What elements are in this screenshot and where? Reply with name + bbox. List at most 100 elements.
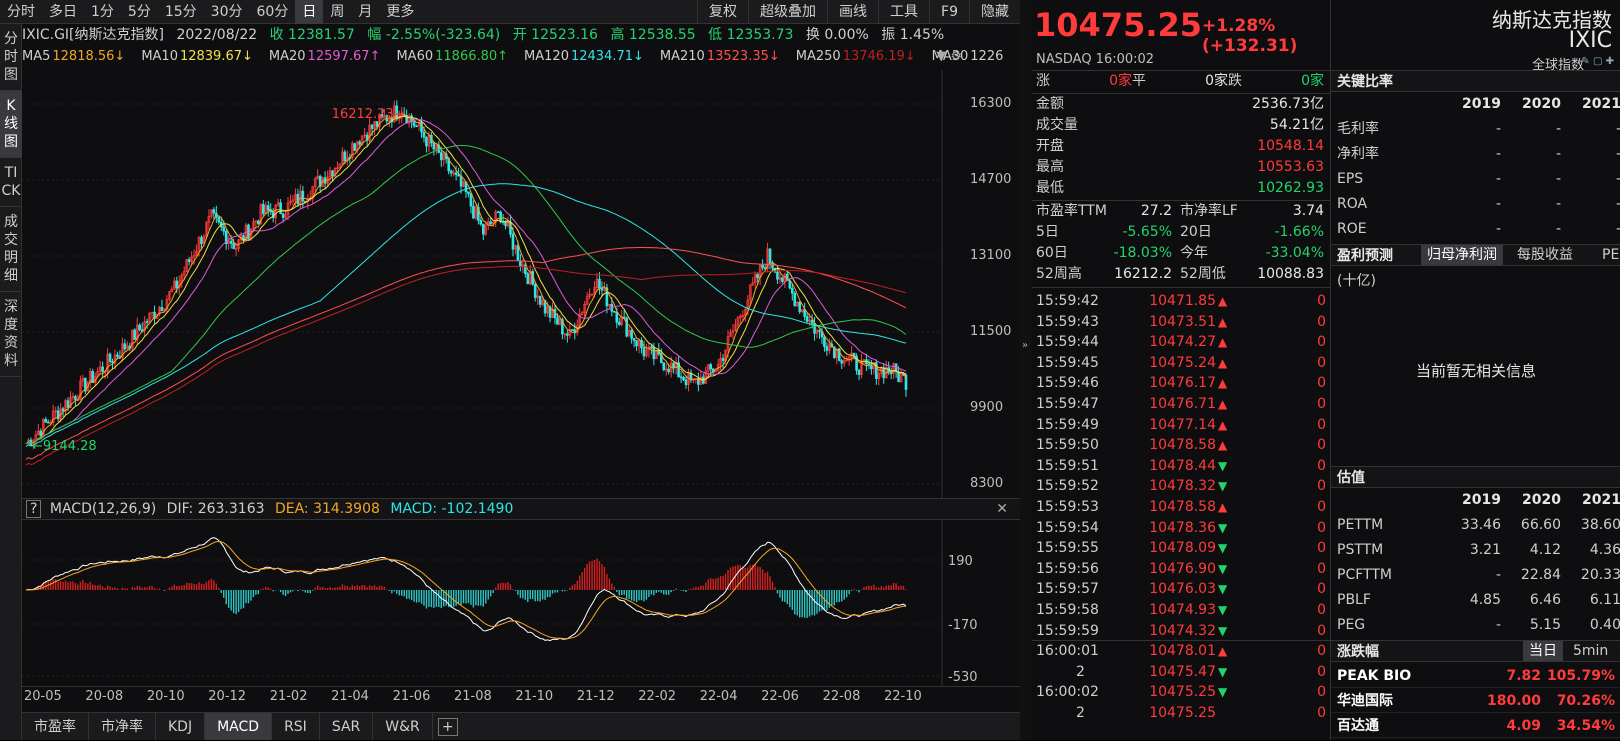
candle-body — [672, 362, 675, 368]
edit-icons[interactable]: ✎ ▢ ✚ — [1581, 56, 1614, 67]
kline-svg[interactable]: 16212.23→ ←9144.28 — [22, 70, 1020, 498]
tool-button-0[interactable]: 复权 — [697, 0, 748, 24]
arrow-up-icon: ▲ — [1218, 355, 1228, 370]
ratio-key: ROA — [1337, 196, 1368, 212]
candle-body — [482, 223, 485, 235]
tick-price: 10475.25 — [1149, 705, 1216, 721]
tick-time: 16:00:01 — [1036, 643, 1099, 660]
no-data-message: 当前暂无相关信息 — [1415, 362, 1536, 380]
ma-label: MA5 — [22, 49, 51, 64]
side-tab-3[interactable]: 成交明细 — [0, 207, 22, 292]
tool-button-3[interactable]: 工具 — [878, 0, 929, 24]
ma-dropdown-icon[interactable]: ▼ ⚙ — [936, 46, 962, 68]
ma-label: MA250 — [795, 49, 841, 64]
mover-row[interactable]: 百达通 4.09 34.54% — [1331, 714, 1620, 738]
indicator-tab-2[interactable]: KDJ — [156, 713, 206, 740]
tick-volume: 0 — [1317, 293, 1326, 309]
valuation-value: 4.12 — [1529, 542, 1561, 558]
period-tab-0[interactable]: 分时 — [0, 0, 42, 24]
indicator-tab-0[interactable]: 市盈率 — [22, 713, 89, 740]
fundamental-panel: 纳斯达克指数 IXIC 全球指数 ✎ ▢ ✚ 关键比率 2019 2020 2021 毛… — [1330, 0, 1620, 740]
profit-tab-0[interactable]: 归母净利润 — [1421, 245, 1503, 265]
bar-close: 收 12381.57 — [269, 27, 355, 43]
metric-key: 市净率LF — [1180, 203, 1238, 219]
help-icon[interactable]: ? — [26, 500, 42, 518]
tick-volume: 0 — [1317, 705, 1326, 721]
period-tab-1[interactable]: 多日 — [42, 0, 84, 24]
mover-price: 7.82 — [1506, 668, 1541, 684]
ma-item-2: MA20 12597.67↑ — [269, 49, 389, 64]
quote-row: 开盘 10548.14 — [1036, 136, 1324, 157]
candle-body — [296, 193, 300, 205]
tick-volume: 0 — [1317, 478, 1326, 495]
period-tab-10[interactable]: 更多 — [379, 0, 421, 24]
candle-body — [781, 277, 784, 282]
side-tab-0[interactable]: 分时图 — [0, 24, 22, 91]
add-tab-button[interactable]: + — [437, 718, 458, 736]
metric-value: -33.04% — [1265, 245, 1324, 261]
indicator-tab-6[interactable]: W&R — [373, 713, 433, 740]
tick-time: 15:59:58 — [1036, 602, 1099, 618]
valuation-value: 3.21 — [1469, 542, 1501, 558]
period-tab-6[interactable]: 60分 — [250, 0, 296, 24]
quote-key: 开盘 — [1036, 138, 1064, 154]
date-tick: 21-06 — [392, 689, 431, 704]
metric-value: 27.2 — [1140, 203, 1172, 219]
side-tab-4[interactable]: 深度资料 — [0, 292, 22, 377]
candle-body — [175, 280, 179, 288]
tick-volume: 0 — [1317, 499, 1326, 515]
candle-body — [642, 347, 646, 357]
tick-volume: 0 — [1317, 643, 1326, 660]
ma-value: 13523.35↓ — [706, 49, 780, 64]
updown-flat_v: 0家 — [1205, 73, 1228, 89]
macd-svg[interactable]: 190 -170 -530 — [22, 520, 1020, 686]
price-tick: 9900 — [970, 400, 1004, 415]
indicator-tab-3[interactable]: MACD — [205, 713, 273, 740]
profit-tab-1[interactable]: 每股收益 — [1511, 245, 1579, 265]
arrow-down-icon: ▼ — [1218, 664, 1228, 679]
period-tab-8[interactable]: 周 — [323, 0, 351, 24]
tool-button-4[interactable]: F9 — [929, 0, 969, 24]
side-tab-1[interactable]: K线图 — [0, 91, 22, 158]
ratio-value: - — [1561, 217, 1620, 242]
period-tab-3[interactable]: 5分 — [121, 0, 158, 24]
arrow-down-icon: ▼ — [1218, 561, 1228, 576]
arrow-down-icon: ▼ — [1218, 685, 1228, 700]
mover-row[interactable]: PEAK BIO 7.82 105.79% — [1331, 664, 1620, 688]
panel-divider[interactable]: » — [1020, 0, 1032, 740]
close-icon[interactable]: ✕ — [996, 499, 1008, 519]
tick-price: 10478.32 — [1149, 478, 1216, 495]
ma-label: MA20 — [268, 49, 306, 64]
ratio-value: - — [1555, 196, 1561, 212]
period-tab-2[interactable]: 1分 — [84, 0, 121, 24]
movers-tab-1[interactable]: 5min — [1567, 641, 1614, 661]
movers-tab-0[interactable]: 当日 — [1523, 641, 1563, 661]
price-tick: 11500 — [970, 324, 1012, 339]
metric-value: -18.03% — [1113, 245, 1172, 261]
period-tab-9[interactable]: 月 — [351, 0, 379, 24]
date-tick: 21-10 — [515, 689, 554, 704]
period-tab-7[interactable]: 日 — [295, 0, 324, 24]
indicator-tabs: 市盈率 市净率 KDJ MACD RSI SAR W&R + — [22, 712, 1020, 740]
metric-key: 市盈率TTM — [1036, 203, 1107, 219]
macd-dif: DIF: 263.3163 — [166, 501, 265, 517]
profit-tab-2[interactable]: PE — [1596, 245, 1620, 265]
quote-key: 金额 — [1036, 96, 1064, 112]
tick-volume: 0 — [1317, 540, 1326, 557]
side-tab-2[interactable]: TICK — [0, 158, 22, 207]
tool-button-1[interactable]: 超级叠加 — [748, 0, 827, 24]
date-tick: 22-08 — [822, 689, 861, 704]
indicator-tab-1[interactable]: 市净率 — [89, 713, 156, 740]
collapse-icon[interactable]: » — [1022, 340, 1028, 351]
indicator-tab-5[interactable]: SAR — [320, 713, 374, 740]
metric-value: 16212.2 — [1114, 266, 1172, 282]
ma-item-5: MA210 13523.35↓ — [660, 49, 788, 64]
period-tab-5[interactable]: 30分 — [204, 0, 250, 24]
indicator-tab-4[interactable]: RSI — [272, 713, 320, 740]
candle-body — [138, 324, 142, 330]
period-tab-4[interactable]: 15分 — [158, 0, 204, 24]
tool-button-2[interactable]: 画线 — [827, 0, 878, 24]
mover-row[interactable]: 华迪国际 180.00 70.26% — [1331, 689, 1620, 713]
tool-button-5[interactable]: 隐藏 — [969, 0, 1020, 24]
tick-price: 10475.47 — [1149, 663, 1216, 680]
